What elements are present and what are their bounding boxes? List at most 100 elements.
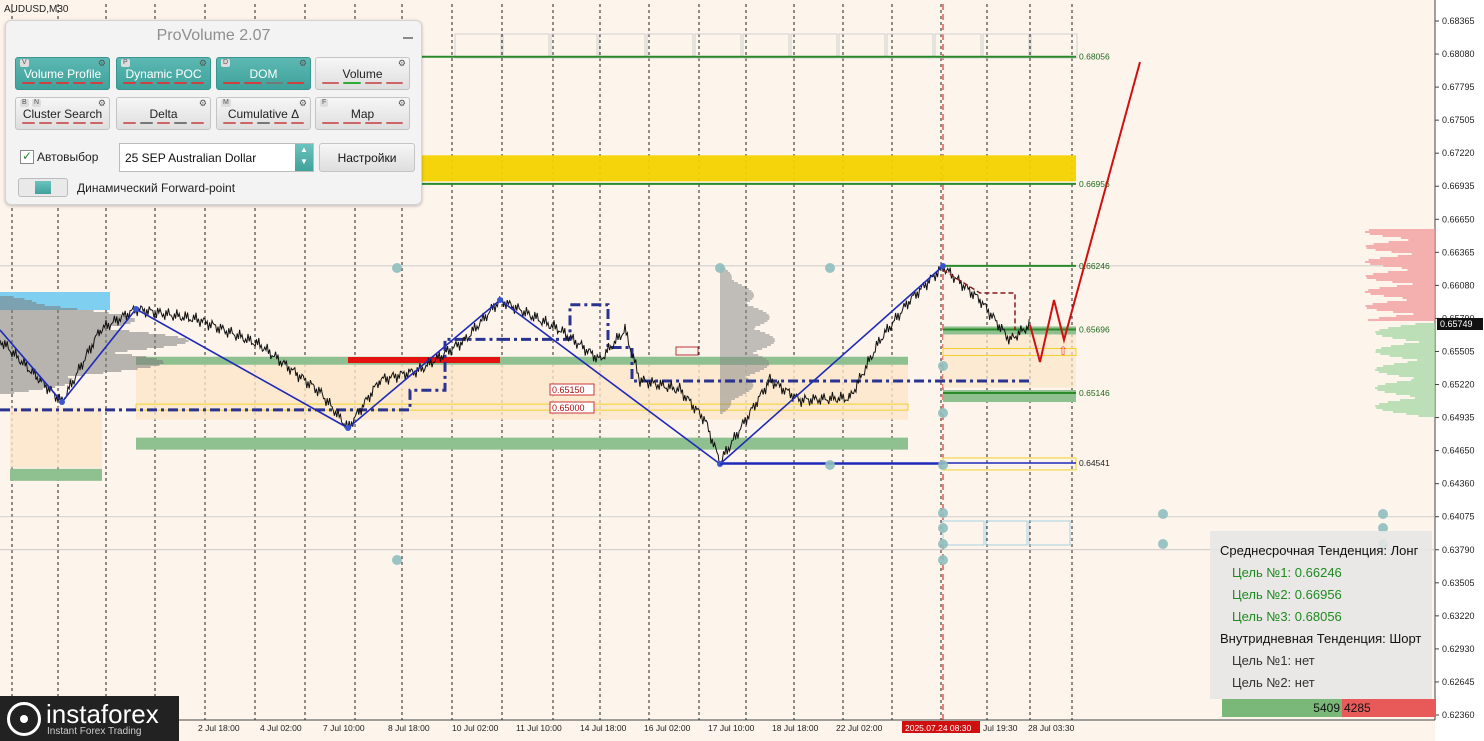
time-axis-label: 22 Jul 02:00 — [836, 723, 883, 733]
support-zone — [943, 390, 1076, 403]
gear-icon[interactable]: ⚙ — [98, 99, 106, 108]
price-axis-label: 0.63790 — [1442, 545, 1475, 555]
time-axis-label: 17 Jul 10:00 — [708, 723, 755, 733]
minimize-icon[interactable] — [403, 37, 413, 39]
volume-profile-button[interactable]: V ⚙ Volume Profile — [15, 57, 110, 90]
anchor-point — [1378, 509, 1388, 519]
trend-info-box: Среднесрочная Тенденция: Лонг Цель №1: 0… — [1210, 531, 1432, 699]
price-axis-label: 0.64650 — [1442, 446, 1475, 456]
map-button[interactable]: F ⚙ Map — [315, 97, 410, 130]
price-axis-background — [1435, 0, 1484, 741]
buy-volume: 5409 — [1222, 699, 1342, 717]
zigzag-point — [940, 263, 946, 269]
current-price-label: 0.65749 — [1440, 319, 1473, 329]
gear-icon[interactable]: ⚙ — [299, 59, 307, 68]
long-target-3: Цель №3: 0.68056 — [1232, 609, 1342, 624]
support-zone — [136, 437, 908, 450]
anchor-point — [938, 539, 948, 549]
price-axis-label: 0.62930 — [1442, 644, 1475, 654]
anchor-point — [715, 263, 725, 273]
price-axis-label: 0.62645 — [1442, 677, 1475, 687]
hotkey-badge: N — [32, 99, 42, 107]
status-lamps — [123, 82, 204, 85]
anchor-point — [938, 523, 948, 533]
gear-icon[interactable]: ⚙ — [398, 59, 406, 68]
delta-button[interactable]: ⚙ Delta — [116, 97, 211, 130]
button-label: Dynamic POC — [125, 67, 202, 81]
auto-select-checkbox[interactable]: ✓ — [20, 150, 34, 164]
support-zone — [136, 356, 908, 365]
price-annotation-label: 0.65150 — [552, 385, 585, 395]
time-axis-label: 10 Jul 02:00 — [452, 723, 499, 733]
time-axis-label: Jul 19:30 — [983, 723, 1018, 733]
price-axis-label: 0.64935 — [1442, 413, 1475, 423]
zigzag-point — [59, 399, 65, 405]
resistance-zone — [420, 155, 1076, 182]
gear-icon[interactable]: ⚙ — [398, 99, 406, 108]
forward-point-label: Динамический Forward-point — [77, 181, 236, 195]
price-axis-label: 0.66935 — [1442, 181, 1475, 191]
cumulative-delta-button[interactable]: M ⚙ Cumulative Δ — [216, 97, 311, 130]
resistance-bar — [348, 357, 500, 363]
price-axis-label: 0.68080 — [1442, 49, 1475, 59]
status-lamps — [223, 82, 304, 85]
zigzag-point — [133, 306, 139, 312]
cluster-search-button[interactable]: B N ⚙ Cluster Search — [15, 97, 110, 130]
anchor-point — [938, 508, 948, 518]
hotkey-badge: B — [20, 99, 29, 107]
volume-button[interactable]: ⚙ Volume — [315, 57, 410, 90]
anchor-point — [938, 460, 948, 470]
accumulation-zone — [136, 363, 908, 420]
time-axis-label: 2025.07.24 08:30 — [905, 723, 971, 733]
settings-button[interactable]: Настройки — [319, 143, 415, 172]
support-zone — [10, 468, 102, 481]
target-level-label: 0.65146 — [1079, 388, 1110, 398]
status-lamps — [22, 122, 103, 125]
hotkey-badge: M — [221, 99, 231, 107]
price-axis-label: 0.67795 — [1442, 82, 1475, 92]
price-axis-label: 0.66365 — [1442, 247, 1475, 257]
short-target-1: Цель №1: нет — [1232, 653, 1315, 668]
price-axis-label: 0.68365 — [1442, 16, 1475, 26]
instrument-select[interactable]: 25 SEP Australian Dollar ▲ ▼ — [119, 143, 314, 172]
panel-title: ProVolume 2.07 — [156, 27, 271, 44]
provolume-panel: ProVolume 2.07 V ⚙ Volume Profile P ⚙ Dyna… — [5, 20, 422, 205]
instrument-value: 25 SEP Australian Dollar — [125, 151, 257, 165]
price-axis-label: 0.67220 — [1442, 148, 1475, 158]
forecast-arrow-icon: ⇧ — [1058, 344, 1068, 358]
anchor-point — [825, 263, 835, 273]
price-axis-label: 0.65505 — [1442, 346, 1475, 356]
gear-icon[interactable]: ⚙ — [199, 59, 207, 68]
status-lamps — [22, 82, 103, 85]
long-target-1: Цель №1: 0.66246 — [1232, 565, 1342, 580]
auto-select-label: Автовыбор — [37, 150, 99, 164]
spinner-arrows-icon[interactable]: ▲ ▼ — [295, 144, 313, 171]
gear-icon[interactable]: ⚙ — [299, 99, 307, 108]
anchor-point — [938, 361, 948, 371]
time-axis-label: 28 Jul 03:30 — [1028, 723, 1075, 733]
dynamic-poc-button[interactable]: P ⚙ Dynamic POC — [116, 57, 211, 90]
price-axis-label: 0.65220 — [1442, 380, 1475, 390]
status-lamps — [123, 122, 204, 125]
accumulation-zone — [10, 407, 102, 468]
status-lamps — [322, 122, 403, 125]
logo-mark-icon — [7, 702, 41, 736]
status-lamps — [322, 82, 403, 85]
zigzag-point — [345, 425, 351, 431]
button-label: Map — [350, 107, 375, 121]
dom-button[interactable]: D ⚙ DOM — [216, 57, 311, 90]
hotkey-badge: D — [221, 59, 231, 67]
volume-balance-bar: 5409 4285 — [1222, 699, 1436, 717]
price-axis-label: 0.67505 — [1442, 115, 1475, 125]
anchor-point — [1158, 539, 1168, 549]
button-label: Cumulative Δ — [227, 107, 300, 121]
hotkey-badge: V — [20, 59, 29, 67]
short-target-2: Цель №2: нет — [1232, 675, 1315, 690]
logo-tagline: Instant Forex Trading — [47, 726, 142, 737]
gear-icon[interactable]: ⚙ — [199, 99, 207, 108]
button-label: Delta — [149, 107, 178, 121]
time-axis-label: 14 Jul 18:00 — [580, 723, 627, 733]
price-axis-label: 0.66650 — [1442, 214, 1475, 224]
gear-icon[interactable]: ⚙ — [98, 59, 106, 68]
forward-point-toggle[interactable] — [18, 178, 68, 197]
